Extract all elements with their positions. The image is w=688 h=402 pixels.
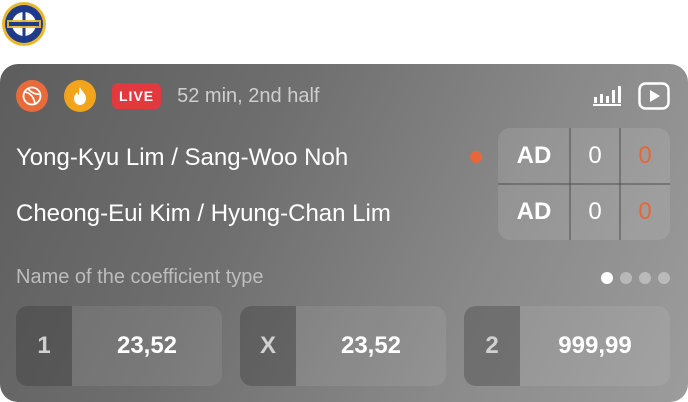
team-2-points: 0 [638, 198, 652, 225]
odd-label-x: X [240, 306, 296, 386]
match-time-status: 52 min, 2nd half [177, 84, 320, 107]
scoreboard: AD 0 0 AD 0 0 [498, 128, 670, 240]
pager-dot-2[interactable] [620, 272, 632, 284]
video-play-icon[interactable] [638, 82, 670, 110]
serving-indicator [470, 151, 482, 163]
team-2-advantage: AD [516, 198, 552, 225]
team-2-games: 0 [588, 198, 602, 225]
live-badge: LIVE [112, 83, 162, 109]
volleyball-icon [16, 80, 48, 112]
coefficient-pager [594, 272, 670, 284]
team-1-advantage: AD [516, 142, 552, 169]
fire-icon [64, 80, 96, 112]
pager-dot-3[interactable] [639, 272, 651, 284]
stats-bars-icon[interactable] [592, 85, 622, 107]
coefficient-type-title: Name of the coefficient type [16, 266, 264, 288]
team-1-games: 0 [588, 142, 602, 169]
match-header: LIVE 52 min, 2nd half [16, 80, 670, 112]
match-card[interactable]: LIVE 52 min, 2nd half Yong-Kyu Lim / San… [0, 64, 688, 402]
odd-value-x: 23,52 [340, 332, 402, 359]
odd-button-2[interactable]: 2 999,99 [464, 306, 670, 386]
odd-label-1: 1 [16, 306, 72, 386]
odd-value-2: 999,99 [558, 332, 632, 359]
team-1-name: Yong-Kyu Lim / Sang-Woo Noh [16, 144, 349, 171]
odd-value-1: 23,52 [116, 332, 178, 359]
odd-button-1[interactable]: 1 23,52 [16, 306, 222, 386]
odd-button-x[interactable]: X 23,52 [240, 306, 446, 386]
pager-dot-4[interactable] [658, 272, 670, 284]
federation-crest-logo [2, 2, 46, 46]
odd-label-2: 2 [464, 306, 520, 386]
pager-dot-1[interactable] [601, 272, 613, 284]
team-1-points: 0 [638, 142, 652, 169]
team-2-name: Cheong-Eui Kim / Hyung-Chan Lim [16, 200, 391, 227]
